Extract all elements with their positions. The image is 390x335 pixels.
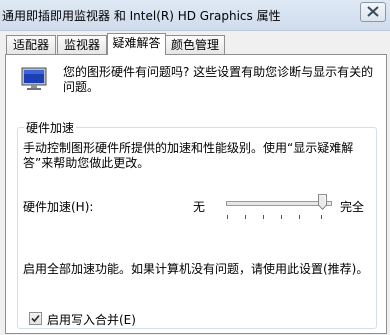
slider-thumb[interactable] — [318, 193, 327, 211]
acceleration-label: 硬件加速(H): — [23, 200, 94, 214]
monitor-icon — [21, 67, 47, 90]
tab-monitor[interactable]: 监视器 — [57, 35, 107, 54]
slider-max-label: 完全 — [340, 200, 365, 214]
slider-tick — [321, 215, 322, 219]
level-description: 启用全部加速功能。如果计算机没有问题，请使用此设置(推荐)。 — [23, 262, 369, 276]
close-button[interactable] — [360, 2, 386, 22]
window-title: 通用即插即用监视器 和 Intel(R) HD Graphics 属性 — [2, 9, 281, 23]
hardware-acceleration-group: 硬件加速 手动控制图形硬件所提供的加速和性能级别。使用“显示疑难解答”来帮助您做… — [17, 119, 377, 329]
slider-tick — [245, 215, 246, 219]
slider-tick — [227, 215, 228, 219]
slider-track — [226, 201, 332, 206]
troubleshoot-panel: 您的图形硬件有问题吗? 这些设置有助您诊断与显示有关的问题。 硬件加速 手动控制… — [5, 54, 387, 334]
group-description: 手动控制图形硬件所提供的加速和性能级别。使用“显示疑难解答”来帮助您做此更改。 — [23, 141, 354, 170]
close-icon — [367, 6, 379, 17]
tab-troubleshoot[interactable]: 疑难解答 — [107, 33, 166, 55]
checkmark-icon — [31, 314, 40, 323]
acceleration-slider[interactable] — [224, 191, 334, 221]
group-title: 硬件加速 — [24, 119, 77, 136]
tab-color-management[interactable]: 颜色管理 — [165, 35, 225, 54]
tab-label: 疑难解答 — [112, 36, 161, 50]
tab-label: 颜色管理 — [170, 38, 219, 52]
write-combining-label: 启用写入合并(E) — [47, 313, 136, 327]
properties-window: 通用即插即用监视器 和 Intel(R) HD Graphics 属性 适配器 … — [0, 0, 390, 335]
title-bar[interactable]: 通用即插即用监视器 和 Intel(R) HD Graphics 属性 — [0, 0, 390, 31]
slider-tick — [263, 215, 264, 219]
write-combining-checkbox[interactable] — [29, 312, 42, 325]
tab-adapter[interactable]: 适配器 — [6, 35, 56, 54]
intro-text: 您的图形硬件有问题吗? 这些设置有助您诊断与显示有关的问题。 — [63, 65, 374, 94]
slider-tick — [299, 215, 300, 219]
tab-label: 监视器 — [63, 38, 100, 52]
slider-tick — [281, 215, 282, 219]
slider-min-label: 无 — [193, 200, 206, 214]
tab-label: 适配器 — [12, 38, 49, 52]
